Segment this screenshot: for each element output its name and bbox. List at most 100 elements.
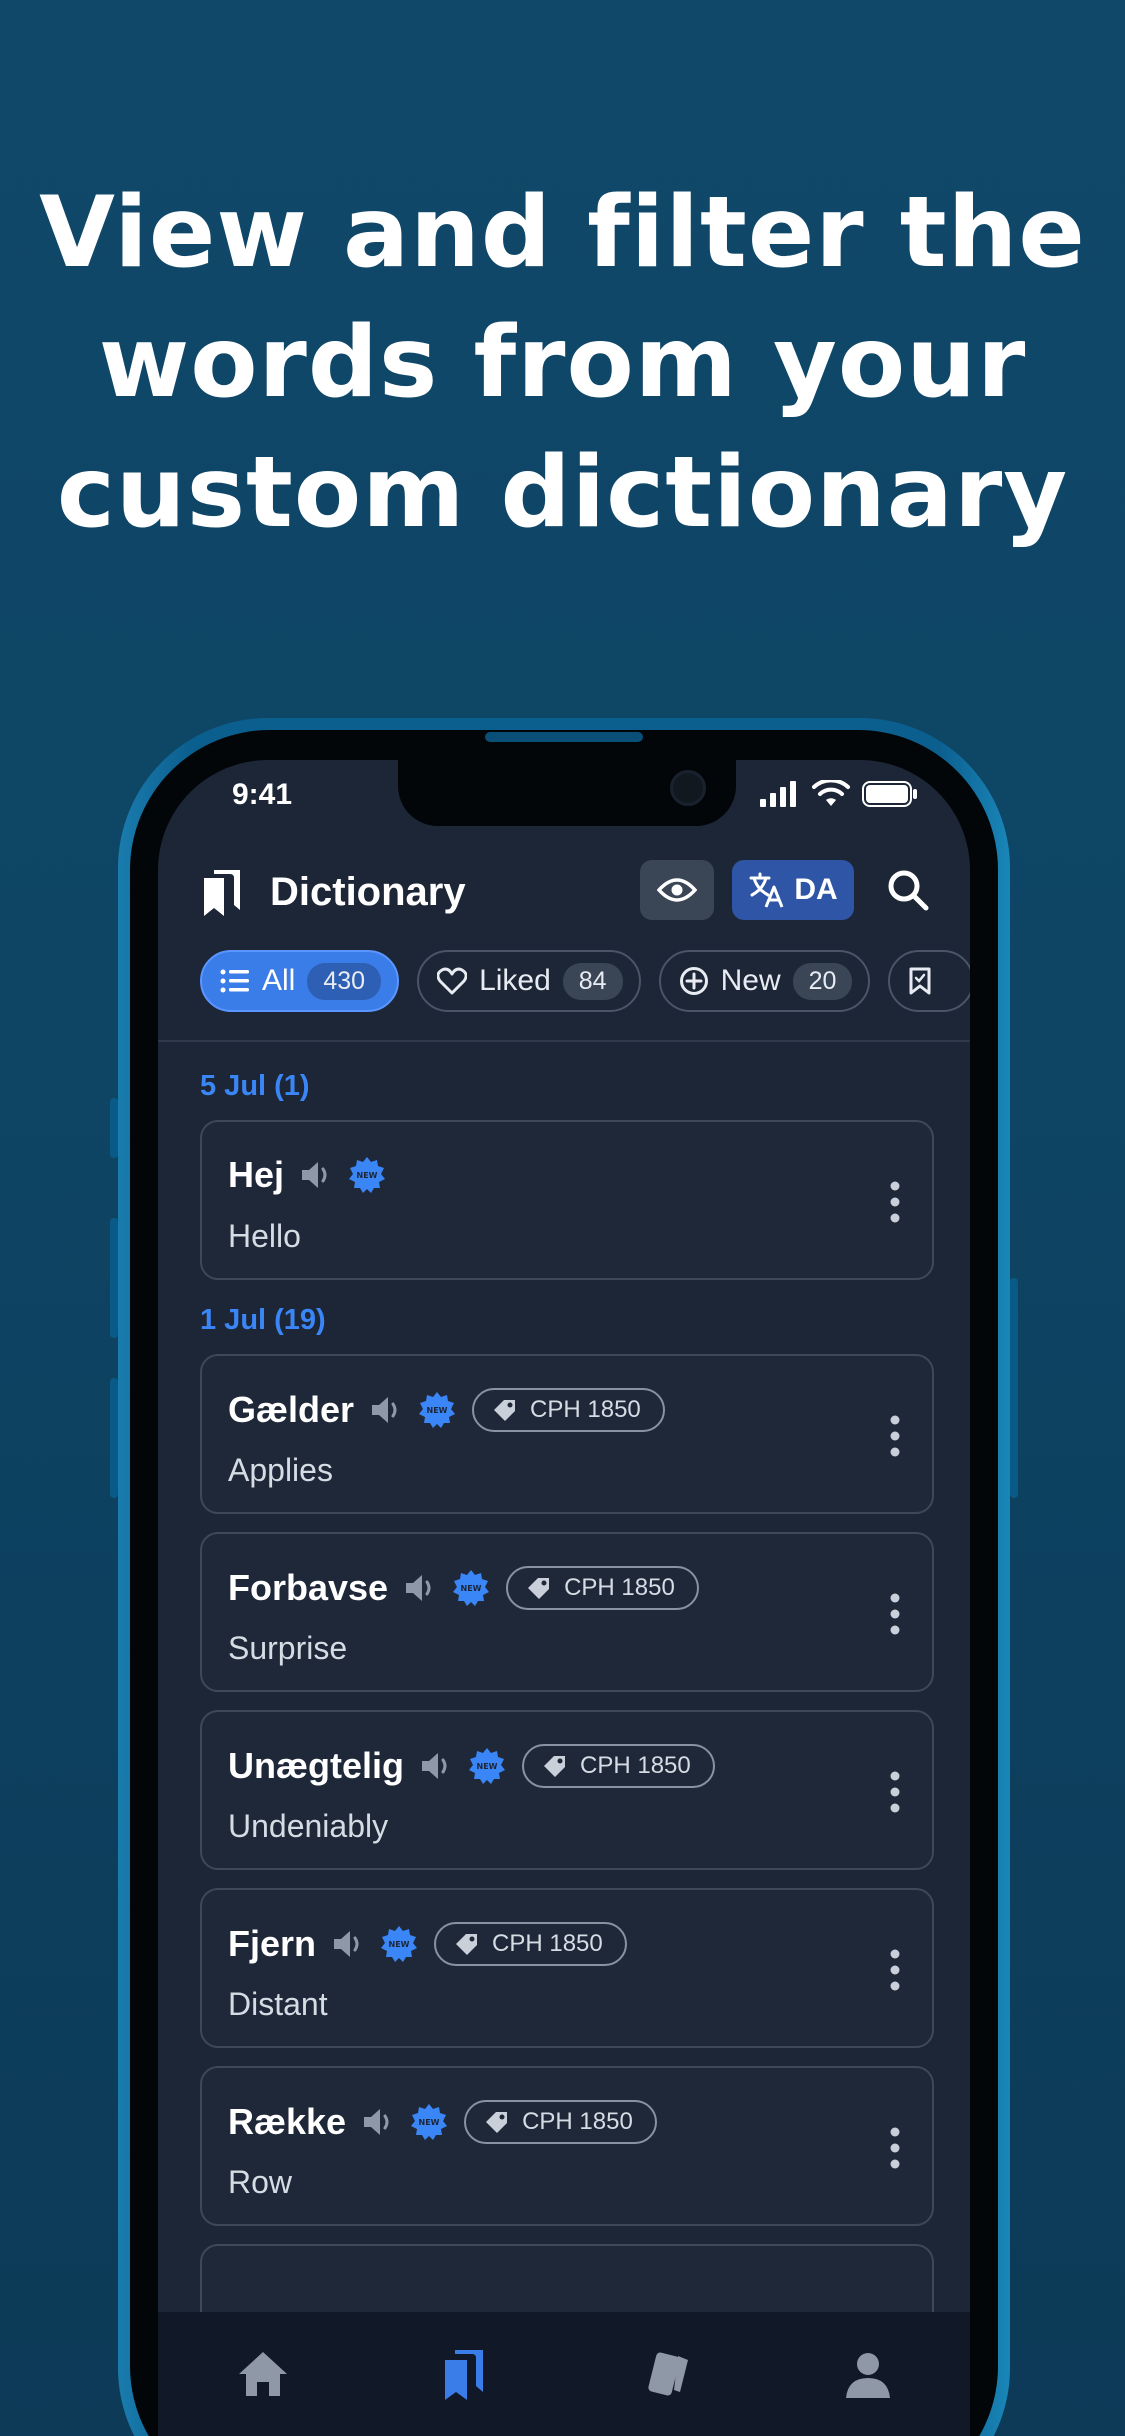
speaker-icon[interactable] [370,1395,402,1425]
speaker-icon[interactable] [332,1929,364,1959]
filter-chip-new[interactable]: New 20 [658,950,871,1012]
heart-icon [437,967,468,995]
tag-icon [486,2112,508,2133]
bottom-tab-bar [158,2312,970,2436]
filter-count: 430 [307,962,382,1000]
headline: View and filter the words from your cust… [0,168,1125,558]
wifi-icon [812,780,850,806]
word-tag[interactable]: CPH 1850 [464,2100,657,2144]
mute-switch [110,1098,118,1158]
header-divider [158,1040,970,1042]
date-heading: 1 Jul (19) [200,1304,326,1336]
translation-text: Undeniably [228,1808,389,1844]
language-button[interactable]: DA [732,860,854,920]
word-row: Unægtelig NEW CPH 1850 [228,1744,715,1788]
word-row: Række NEW CPH 1850 [228,2100,657,2144]
word-row: Forbavse NEW CPH 1850 [228,1566,699,1610]
translate-icon [749,872,784,908]
word-text: Fjern [228,1923,317,1964]
language-label: DA [794,873,838,906]
search-icon[interactable] [882,864,934,916]
new-badge-icon: NEW [469,1748,505,1784]
word-card[interactable]: Hej NEW Hello [200,1120,934,1280]
headline-line-1: View and filter the [39,176,1086,290]
power-button [1010,1278,1018,1498]
bookmark-icon [909,967,931,995]
tag-label: CPH 1850 [564,1574,675,1601]
svg-text:NEW: NEW [389,1940,410,1949]
word-card[interactable]: Fjern NEW CPH 1850 Distant [200,1888,934,2048]
tag-label: CPH 1850 [580,1752,691,1779]
translation-text: Distant [228,1986,328,2022]
more-options-icon[interactable] [888,1180,902,1224]
svg-text:NEW: NEW [461,1584,482,1593]
filter-chip-liked[interactable]: Liked 84 [417,950,641,1012]
filter-count: 20 [792,962,853,1000]
filter-chip-saved[interactable] [888,950,970,1012]
volume-down-button [110,1378,118,1498]
cards-icon[interactable] [636,2344,696,2404]
translation-text: Surprise [228,1630,348,1666]
svg-text:NEW: NEW [477,1762,498,1771]
headline-line-2: words from your [98,306,1027,420]
word-card[interactable]: Gælder NEW CPH 1850 Applies [200,1354,934,1514]
list-icon [220,969,249,993]
new-badge-icon: NEW [419,1392,456,1428]
word-tag[interactable]: CPH 1850 [472,1388,665,1432]
word-list: 5 Jul (1) Hej NEW Hello 1 Jul (19) Gælde… [200,1070,934,2422]
status-icons [760,780,918,808]
filter-label: Liked [479,964,551,997]
word-row: Hej NEW [228,1154,386,1196]
translation-text: Row [228,2164,293,2200]
phone-bezel: 9:41 Dictionary DA All 430 Liked 84 New … [130,730,998,2436]
word-card[interactable]: Unægtelig NEW CPH 1850 Undeniably [200,1710,934,1870]
notch [398,760,736,826]
speaker-icon[interactable] [404,1573,436,1603]
tag-icon [456,1934,478,1955]
translation-text: Applies [228,1452,333,1488]
svg-text:NEW: NEW [427,1406,448,1415]
word-card[interactable]: Række NEW CPH 1850 Row [200,2066,934,2226]
speaker-icon[interactable] [362,2107,394,2137]
word-text: Række [228,2101,347,2142]
filter-chip-all[interactable]: All 430 [200,950,400,1012]
speaker-icon[interactable] [420,1751,452,1781]
filter-label: New [720,964,781,997]
word-row: Fjern NEW CPH 1850 [228,1922,627,1966]
filter-label: All [262,964,296,997]
filter-chips: All 430 Liked 84 New 20 [200,950,970,1012]
filter-count: 84 [562,962,623,1000]
more-options-icon[interactable] [888,2126,902,2170]
profile-icon[interactable] [838,2344,898,2404]
speaker-icon[interactable] [300,1160,332,1190]
front-camera [670,770,706,806]
word-row: Gælder NEW CPH 1850 [228,1388,665,1432]
word-text: Forbavse [228,1567,389,1608]
app-screen: 9:41 Dictionary DA All 430 Liked 84 New … [158,760,970,2436]
more-options-icon[interactable] [888,1948,902,1992]
new-badge-icon: NEW [411,2104,448,2140]
word-card[interactable]: Forbavse NEW CPH 1850 Surprise [200,1532,934,1692]
word-tag[interactable]: CPH 1850 [434,1922,627,1966]
more-options-icon[interactable] [888,1592,902,1636]
more-options-icon[interactable] [888,1770,902,1814]
speaker-grille [485,732,643,742]
tag-label: CPH 1850 [522,2108,633,2135]
dictionary-icon[interactable] [433,2344,493,2404]
home-icon[interactable] [233,2344,293,2404]
word-tag[interactable]: CPH 1850 [506,1566,699,1610]
word-text: Hej [228,1154,285,1195]
word-text: Gælder [228,1389,355,1430]
tag-label: CPH 1850 [530,1396,641,1423]
word-tag[interactable]: CPH 1850 [522,1744,715,1788]
tag-icon [544,1756,565,1777]
svg-text:NEW: NEW [419,2118,440,2127]
volume-up-button [110,1218,118,1338]
app-header: Dictionary DA [158,850,970,940]
translation-text: Hello [228,1218,301,1254]
toggle-visibility-button[interactable] [640,860,714,920]
plus-circle-icon [679,967,708,995]
battery-icon [862,781,917,807]
more-options-icon[interactable] [888,1414,902,1458]
new-badge-icon: NEW [453,1570,490,1606]
